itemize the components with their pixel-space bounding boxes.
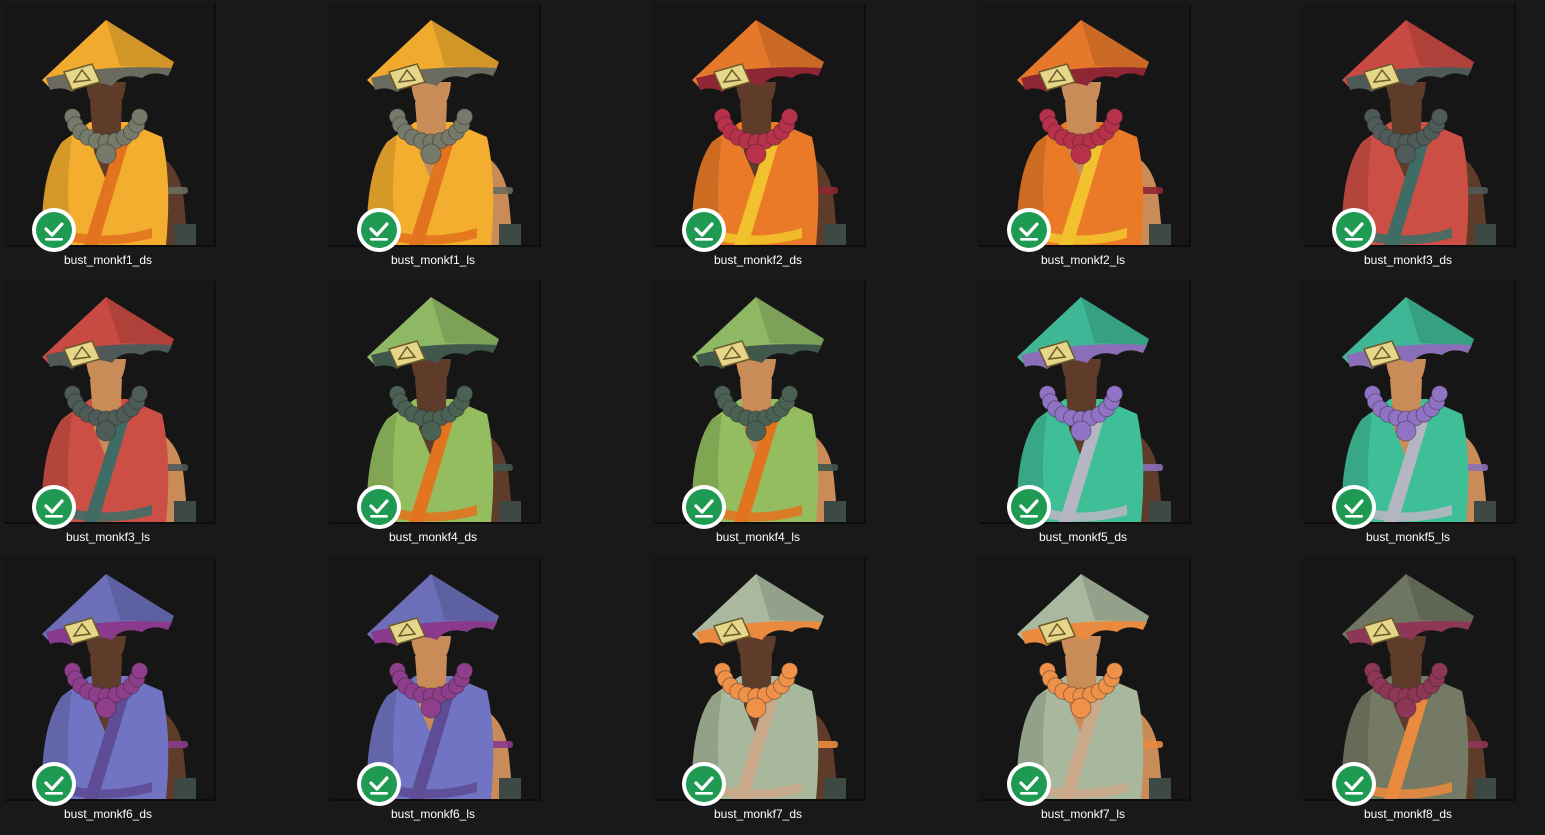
file-name-label: bust_monkf3_ls xyxy=(65,530,151,544)
file-tile[interactable]: bust_monkf3_ds xyxy=(1300,2,1514,272)
character-bust-image xyxy=(691,574,846,799)
file-thumbnail[interactable] xyxy=(1302,556,1514,799)
character-bust-image xyxy=(41,297,196,522)
character-bust-image xyxy=(1016,297,1171,522)
file-tile[interactable]: bust_monkf2_ds xyxy=(650,2,864,272)
file-thumbnail[interactable] xyxy=(1302,279,1514,522)
character-bust-image xyxy=(1341,20,1496,245)
file-thumbnail[interactable] xyxy=(652,556,864,799)
file-tile[interactable]: bust_monkf7_ls xyxy=(975,556,1189,826)
character-bust-image xyxy=(1016,574,1171,799)
character-bust-image xyxy=(366,574,521,799)
file-tile[interactable]: bust_monkf6_ls xyxy=(325,556,539,826)
file-tile[interactable]: bust_monkf3_ls xyxy=(0,279,214,549)
character-bust-image xyxy=(1341,574,1496,799)
file-thumbnail[interactable] xyxy=(1302,2,1514,245)
file-thumbnail[interactable] xyxy=(327,2,539,245)
file-tile[interactable]: bust_monkf8_ds xyxy=(1300,556,1514,826)
sync-complete-check-icon xyxy=(1332,762,1376,806)
sync-complete-check-icon xyxy=(32,485,76,529)
sync-complete-check-icon xyxy=(682,762,726,806)
file-tile[interactable]: bust_monkf1_ds xyxy=(0,2,214,272)
character-bust-image xyxy=(366,297,521,522)
file-tile[interactable]: bust_monkf6_ds xyxy=(0,556,214,826)
file-name-label: bust_monkf4_ds xyxy=(388,530,478,544)
character-bust-image xyxy=(366,20,521,245)
file-tile[interactable]: bust_monkf1_ls xyxy=(325,2,539,272)
file-name-label: bust_monkf4_ls xyxy=(715,530,801,544)
file-tile[interactable]: bust_monkf4_ls xyxy=(650,279,864,549)
file-name-label: bust_monkf5_ds xyxy=(1038,530,1128,544)
sync-complete-check-icon xyxy=(1332,208,1376,252)
file-tile[interactable]: bust_monkf2_ls xyxy=(975,2,1189,272)
sync-complete-check-icon xyxy=(682,485,726,529)
file-name-label: bust_monkf6_ds xyxy=(63,807,153,821)
file-name-label: bust_monkf6_ls xyxy=(390,807,476,821)
file-thumbnail[interactable] xyxy=(977,2,1189,245)
file-thumbnail[interactable] xyxy=(327,556,539,799)
file-tile[interactable]: bust_monkf4_ds xyxy=(325,279,539,549)
file-name-label: bust_monkf2_ds xyxy=(713,253,803,267)
character-bust-image xyxy=(41,574,196,799)
file-thumbnail[interactable] xyxy=(652,279,864,522)
file-tile[interactable]: bust_monkf5_ds xyxy=(975,279,1189,549)
file-thumbnail[interactable] xyxy=(977,556,1189,799)
file-thumbnail[interactable] xyxy=(977,279,1189,522)
file-name-label: bust_monkf5_ls xyxy=(1365,530,1451,544)
file-name-label: bust_monkf1_ls xyxy=(390,253,476,267)
file-thumbnail[interactable] xyxy=(2,556,214,799)
file-thumbnail[interactable] xyxy=(652,2,864,245)
file-name-label: bust_monkf2_ls xyxy=(1040,253,1126,267)
sync-complete-check-icon xyxy=(32,208,76,252)
file-thumbnail[interactable] xyxy=(2,279,214,522)
character-bust-image xyxy=(1016,20,1171,245)
file-tile[interactable]: bust_monkf5_ls xyxy=(1300,279,1514,549)
sync-complete-check-icon xyxy=(1332,485,1376,529)
sync-complete-check-icon xyxy=(1007,208,1051,252)
sync-complete-check-icon xyxy=(1007,762,1051,806)
file-name-label: bust_monkf3_ds xyxy=(1363,253,1453,267)
file-name-label: bust_monkf7_ls xyxy=(1040,807,1126,821)
file-thumbnail-grid: bust_monkf1_ds bust_monkf1_ls bust_monkf2_… xyxy=(0,0,1545,835)
sync-complete-check-icon xyxy=(682,208,726,252)
file-tile[interactable]: bust_monkf7_ds xyxy=(650,556,864,826)
file-thumbnail[interactable] xyxy=(327,279,539,522)
file-name-label: bust_monkf7_ds xyxy=(713,807,803,821)
file-name-label: bust_monkf8_ds xyxy=(1363,807,1453,821)
sync-complete-check-icon xyxy=(357,485,401,529)
character-bust-image xyxy=(41,20,196,245)
sync-complete-check-icon xyxy=(32,762,76,806)
character-bust-image xyxy=(691,20,846,245)
character-bust-image xyxy=(691,297,846,522)
sync-complete-check-icon xyxy=(1007,485,1051,529)
file-name-label: bust_monkf1_ds xyxy=(63,253,153,267)
file-thumbnail[interactable] xyxy=(2,2,214,245)
sync-complete-check-icon xyxy=(357,208,401,252)
character-bust-image xyxy=(1341,297,1496,522)
sync-complete-check-icon xyxy=(357,762,401,806)
